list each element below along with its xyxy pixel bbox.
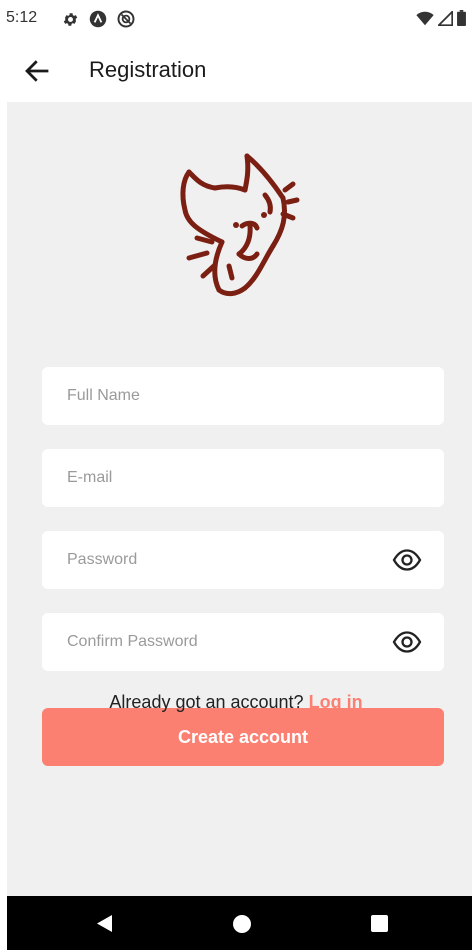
app-bar: Registration [0, 38, 472, 102]
confirm-password-input[interactable] [42, 613, 444, 671]
password-input[interactable] [42, 531, 444, 589]
status-bar: 5:12 [0, 0, 472, 38]
create-account-button[interactable]: Create account [42, 708, 444, 766]
nav-recent-apps-icon[interactable] [371, 915, 388, 932]
arrow-left-icon [25, 60, 49, 82]
status-notification-icons [62, 10, 135, 28]
login-link[interactable]: Log in [309, 692, 363, 712]
navigation-bar [7, 896, 472, 950]
signal-icon [438, 10, 453, 26]
email-field[interactable] [42, 449, 444, 507]
page-title: Registration [89, 57, 207, 82]
registration-content: Create account [7, 102, 472, 896]
email-input[interactable] [42, 449, 444, 507]
notification-b-icon [117, 10, 135, 28]
login-prompt-text: Already got an account? [109, 692, 304, 712]
login-prompt: Already got an account? Log in [0, 692, 472, 713]
nav-home-icon[interactable] [233, 915, 251, 933]
status-system-icons [416, 10, 466, 26]
confirm-password-field[interactable] [42, 613, 444, 671]
notification-a-icon [89, 10, 107, 28]
back-button[interactable] [22, 56, 52, 86]
eye-icon[interactable] [392, 629, 422, 655]
wifi-icon [416, 11, 434, 25]
password-field[interactable] [42, 531, 444, 589]
full-name-input[interactable] [42, 367, 444, 425]
eye-icon[interactable] [392, 547, 422, 573]
full-name-field[interactable] [42, 367, 444, 425]
settings-icon [63, 12, 78, 26]
cat-logo-icon [180, 153, 300, 297]
status-time: 5:12 [6, 9, 38, 26]
nav-back-icon[interactable] [95, 914, 113, 933]
battery-icon [457, 10, 466, 26]
